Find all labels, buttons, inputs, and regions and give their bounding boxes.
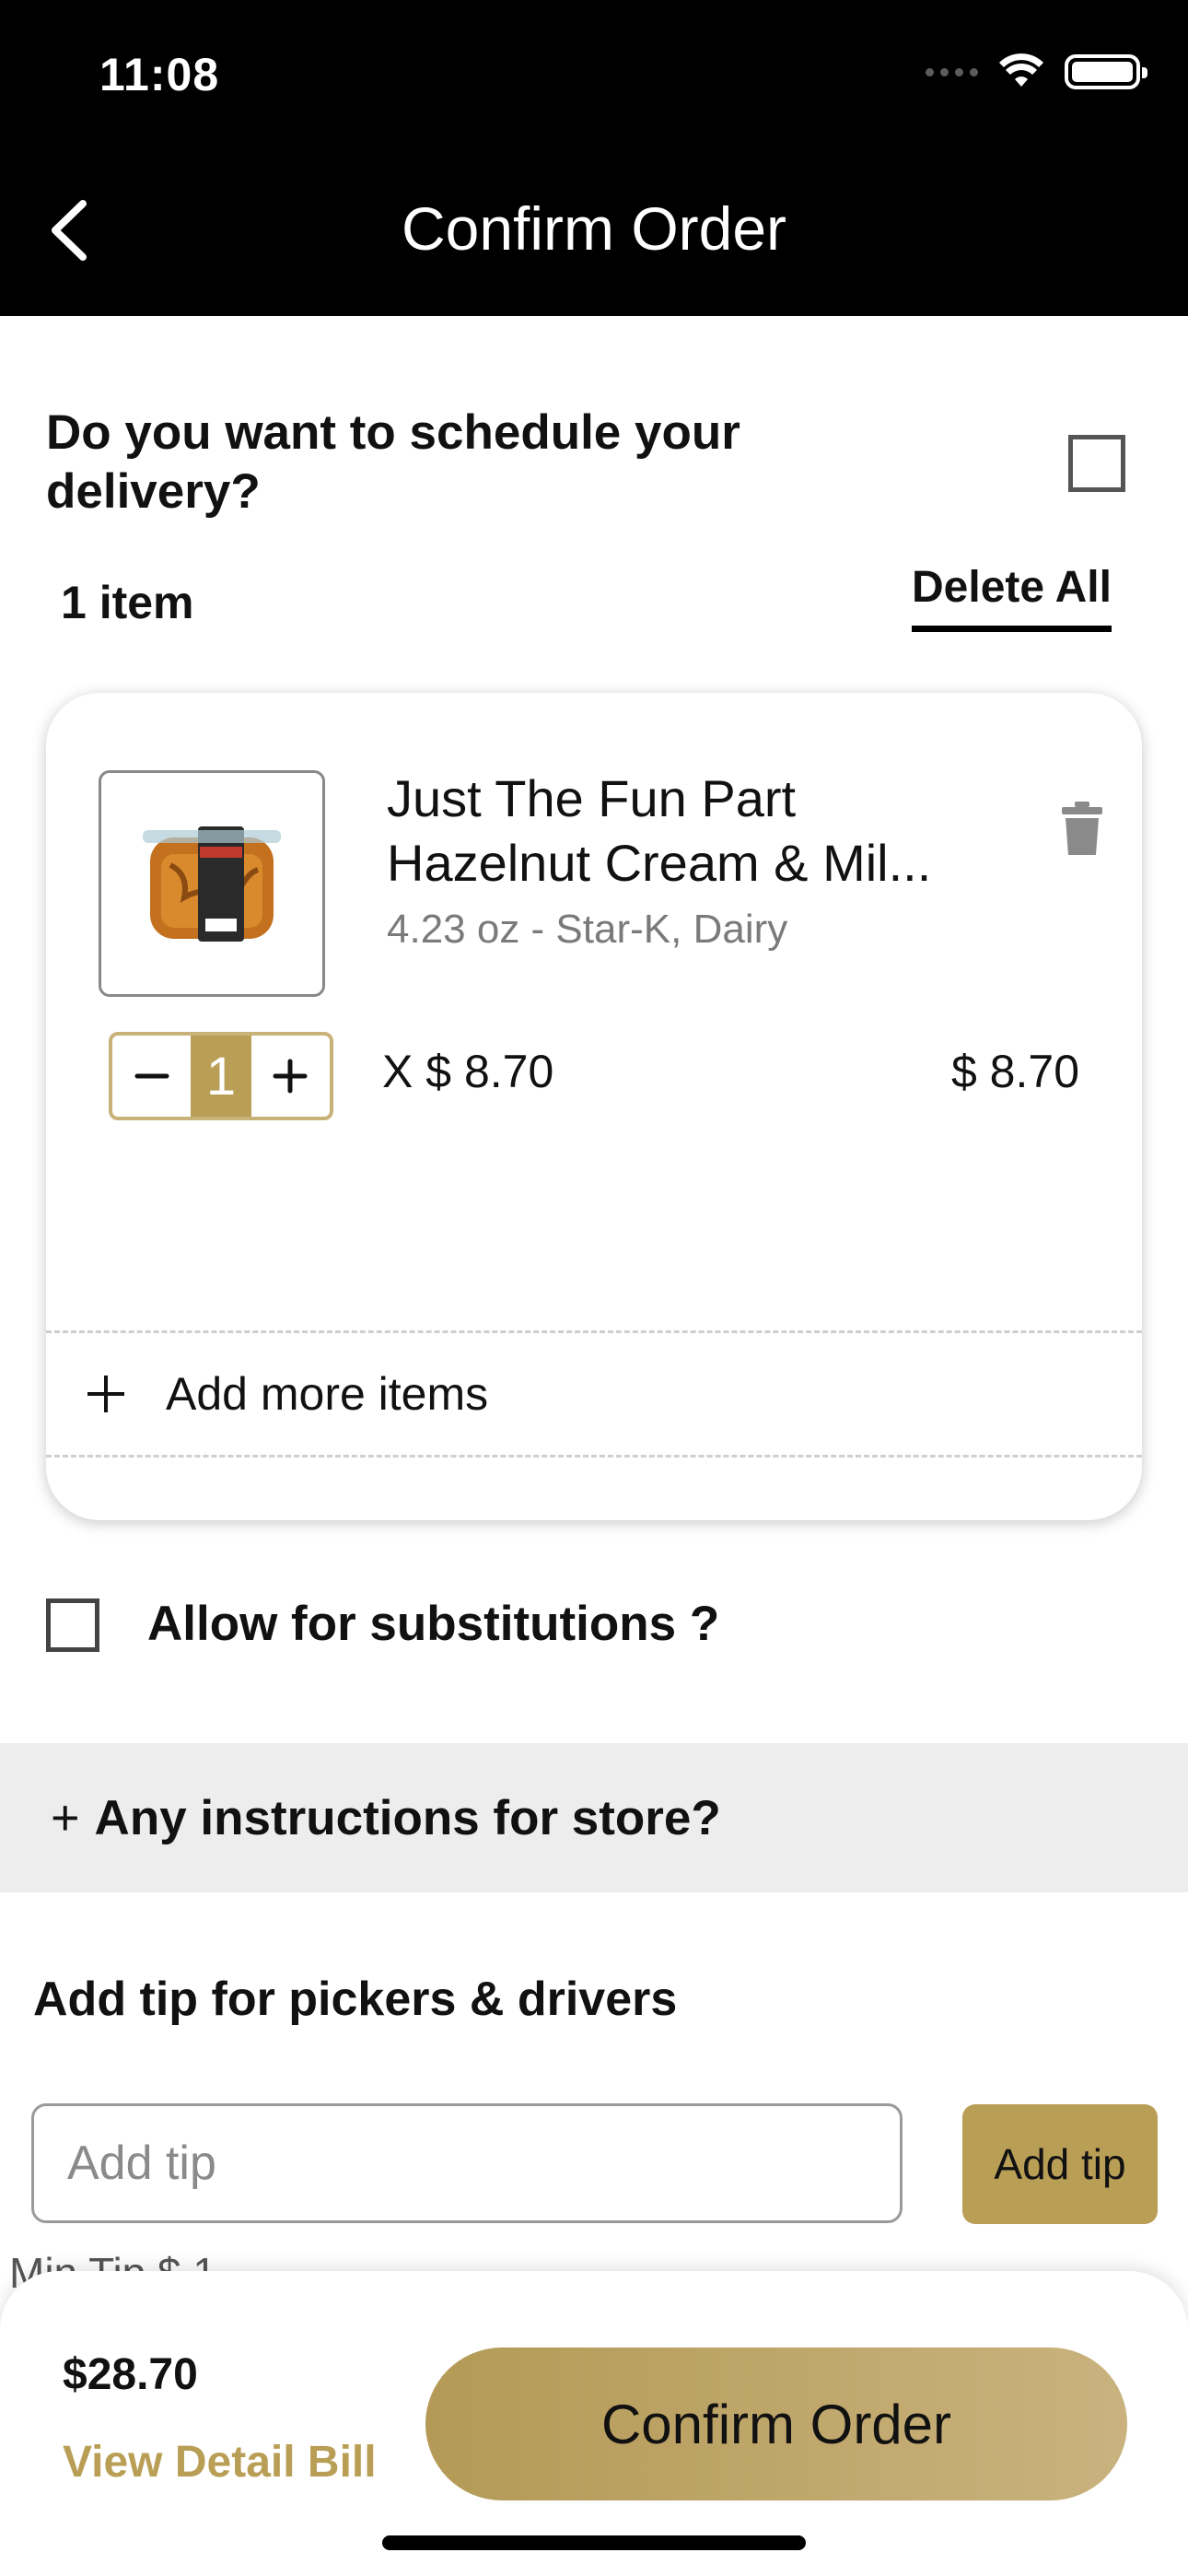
cellular-signal-icon (926, 67, 978, 76)
product-thumbnail (143, 826, 281, 942)
page-title: Confirm Order (401, 194, 787, 263)
plus-icon (87, 1376, 124, 1412)
schedule-checkbox[interactable] (1068, 435, 1125, 492)
substitutions-label: Allow for substitutions ? (147, 1597, 720, 1651)
add-more-items-label: Add more items (166, 1368, 489, 1420)
trash-icon[interactable] (1062, 802, 1102, 857)
item-count: 1 item (61, 577, 194, 628)
increment-button[interactable] (251, 1036, 330, 1117)
product-meta: 4.23 oz - Star-K, Dairy (387, 907, 788, 952)
plus-icon: + (51, 1790, 80, 1845)
home-indicator (382, 2535, 806, 2550)
tip-heading: Add tip for pickers & drivers (33, 1973, 678, 2026)
store-instructions-button[interactable]: + Any instructions for store? (0, 1743, 1188, 1892)
product-name-line2: Hazelnut Cream & Mil... (387, 834, 932, 892)
battery-icon (1065, 54, 1147, 89)
delete-all-button[interactable]: Delete All (912, 562, 1112, 632)
product-name-line1: Just The Fun Part (387, 769, 797, 827)
decrement-button[interactable] (112, 1036, 191, 1117)
order-total: $28.70 (63, 2350, 198, 2399)
line-total: $ 8.70 (950, 1046, 1079, 1097)
status-time: 11:08 (99, 49, 220, 100)
plus-icon (273, 1059, 308, 1094)
add-more-items-button[interactable]: Add more items (46, 1330, 1142, 1458)
add-tip-button[interactable]: Add tip (962, 2104, 1158, 2224)
quantity-value: 1 (191, 1036, 251, 1117)
quantity-stepper: 1 (109, 1032, 333, 1120)
schedule-question: Do you want to schedule your delivery? (46, 405, 740, 519)
confirm-order-button[interactable]: Confirm Order (425, 2348, 1127, 2500)
tip-input[interactable] (31, 2103, 903, 2223)
store-instructions-label: Any instructions for store? (94, 1790, 721, 1845)
status-icons (926, 53, 1147, 90)
top-bar: 11:08 Confirm Order (0, 0, 1188, 316)
cart-card: Just The Fun Part Hazelnut Cream & Mil..… (46, 693, 1142, 1520)
wifi-icon (999, 53, 1043, 87)
view-detail-bill-link[interactable]: View Detail Bill (63, 2437, 377, 2488)
substitutions-checkbox[interactable] (46, 1598, 99, 1652)
product-name[interactable]: Just The Fun Part Hazelnut Cream & Mil..… (387, 767, 1031, 896)
unit-price: X $ 8.70 (382, 1046, 554, 1097)
minus-icon (134, 1073, 169, 1079)
checkout-footer: $28.70 View Detail Bill Confirm Order (0, 2271, 1188, 2576)
product-image[interactable] (99, 770, 325, 997)
